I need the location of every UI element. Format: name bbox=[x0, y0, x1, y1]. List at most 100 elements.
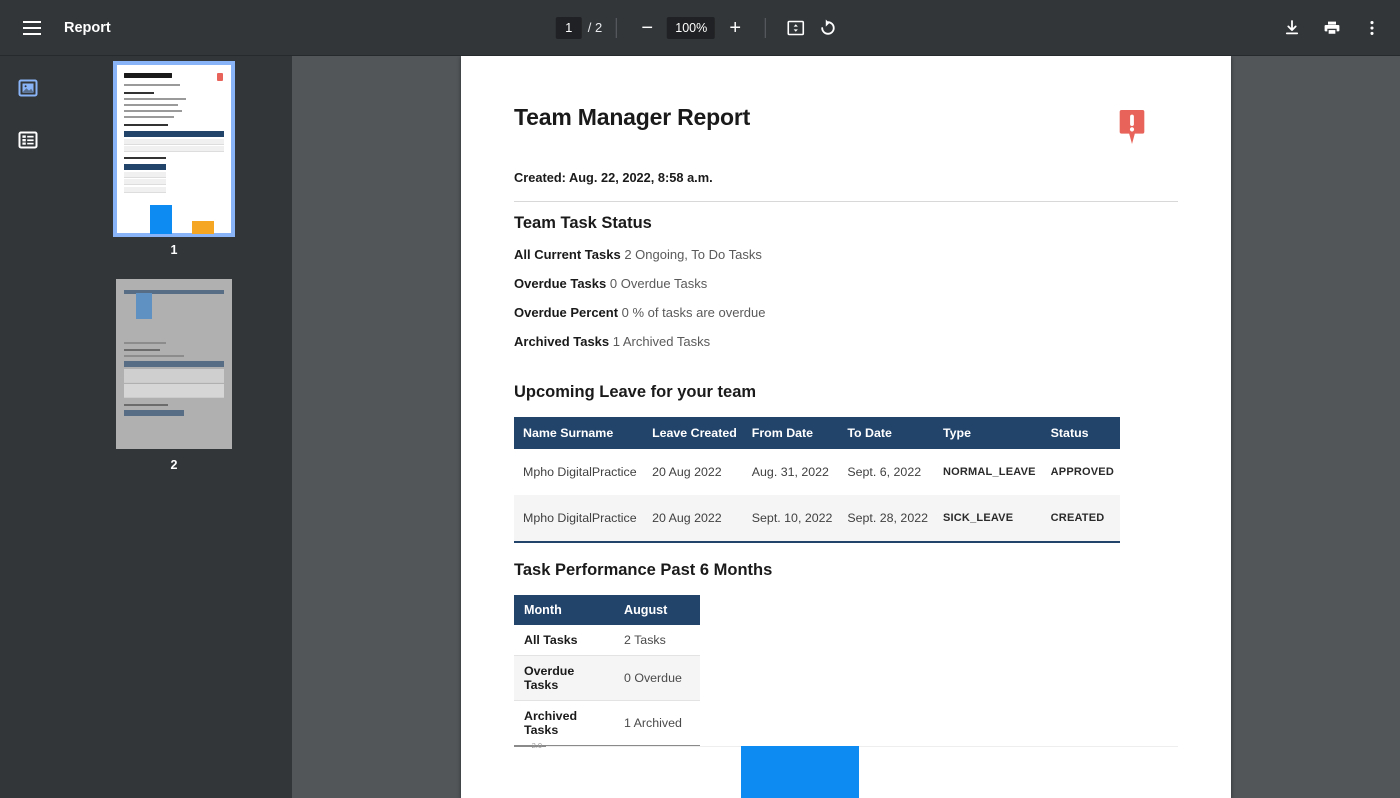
alert-exclamation-icon bbox=[1119, 109, 1145, 145]
mini-line bbox=[124, 98, 186, 100]
rotate-button[interactable] bbox=[812, 12, 844, 44]
document-outline-icon bbox=[18, 131, 38, 149]
toolbar-right-group bbox=[1276, 12, 1388, 44]
perf-col-august: August bbox=[614, 595, 700, 625]
col-name-surname: Name Surname bbox=[514, 417, 644, 449]
mini-table-row bbox=[124, 179, 166, 185]
mini-table-header bbox=[124, 361, 224, 367]
mini-table-row bbox=[124, 368, 224, 383]
stat-label: Archived Tasks bbox=[514, 334, 610, 349]
chart-bar-august bbox=[741, 746, 859, 798]
sidebar-item-outline[interactable] bbox=[10, 122, 46, 158]
cell-status: CREATED bbox=[1041, 495, 1120, 542]
mini-table-header bbox=[124, 131, 224, 137]
perf-value: 0 Overdue bbox=[614, 655, 700, 701]
document-viewer[interactable]: Team Manager Report Created: Aug. 22, 20… bbox=[292, 56, 1400, 798]
more-vertical-icon bbox=[1370, 20, 1374, 35]
col-status: Status bbox=[1041, 417, 1120, 449]
table-row: All Tasks 2 Tasks bbox=[514, 625, 700, 656]
menu-bar-3 bbox=[23, 32, 41, 35]
mini-table-row bbox=[124, 171, 166, 178]
stat-overdue-percent: Overdue Percent 0 % of tasks are overdue bbox=[514, 305, 1178, 320]
perf-label: Overdue Tasks bbox=[514, 655, 614, 701]
mini-bar-blue bbox=[136, 293, 152, 319]
thumbnail-list: 1 2 bbox=[56, 56, 292, 798]
mini-line bbox=[124, 349, 160, 351]
col-leave-created: Leave Created bbox=[643, 417, 743, 449]
cell-name: Mpho DigitalPractice bbox=[523, 465, 637, 479]
stat-value: 0 Overdue Tasks bbox=[609, 276, 708, 291]
cell-to: Sept. 6, 2022 bbox=[847, 465, 922, 479]
zoom-out-button[interactable]: − bbox=[631, 12, 663, 44]
cell-type: SICK_LEAVE bbox=[934, 495, 1042, 542]
pdf-viewer-toolbar: Report / 2 − 100% + bbox=[0, 0, 1400, 56]
mini-bar-blue bbox=[150, 204, 172, 234]
cell-created: 20 Aug 2022 bbox=[652, 465, 722, 479]
menu-bar-2 bbox=[23, 26, 41, 29]
cell-status: APPROVED bbox=[1050, 466, 1114, 478]
task-performance-bar-chart: 2.0 1.5 bbox=[514, 726, 1178, 798]
chart-ytick-2: 2.0 bbox=[531, 741, 542, 750]
rotate-counterclockwise-icon bbox=[821, 19, 836, 35]
perf-label: All Tasks bbox=[514, 625, 614, 656]
mini-line bbox=[124, 342, 166, 344]
upcoming-leave-table: Name Surname Leave Created From Date To … bbox=[514, 417, 1120, 543]
stat-value: 0 % of tasks are overdue bbox=[621, 305, 766, 320]
stat-label: Overdue Tasks bbox=[514, 276, 607, 291]
document-title: Report bbox=[64, 19, 111, 36]
stat-all-current-tasks: All Current Tasks 2 Ongoing, To Do Tasks bbox=[514, 247, 1178, 262]
leave-table-body: Mpho DigitalPractice 20 Aug 2022 Aug. 31… bbox=[514, 449, 1120, 542]
mini-line bbox=[124, 404, 168, 406]
zoom-level-display[interactable]: 100% bbox=[667, 16, 716, 39]
toolbar-left-group: Report bbox=[0, 10, 111, 46]
task-performance-heading: Task Performance Past 6 Months bbox=[514, 561, 773, 579]
page-total-label: / 2 bbox=[587, 20, 603, 35]
upcoming-leave-heading: Upcoming Leave for your team bbox=[514, 383, 757, 401]
stat-archived-tasks: Archived Tasks 1 Archived Tasks bbox=[514, 334, 1178, 349]
thumbnail-page-1[interactable]: 1 bbox=[113, 61, 235, 279]
leave-table-head: Name Surname Leave Created From Date To … bbox=[514, 417, 1120, 449]
perf-header-row: Month August bbox=[514, 595, 700, 625]
thumbnail-number-1: 1 bbox=[170, 243, 178, 257]
image-thumbnail-icon bbox=[18, 79, 38, 97]
thumbnail-preview-1[interactable] bbox=[113, 61, 235, 237]
toolbar-center-group: / 2 − 100% + bbox=[555, 0, 844, 56]
print-icon bbox=[1324, 21, 1340, 35]
cell-name: Mpho DigitalPractice bbox=[514, 495, 644, 542]
hamburger-menu-icon[interactable] bbox=[14, 10, 50, 46]
perf-table-head: Month August bbox=[514, 595, 700, 625]
mini-bar-orange bbox=[192, 220, 214, 234]
download-icon bbox=[1285, 19, 1299, 34]
report-title: Team Manager Report bbox=[514, 104, 751, 130]
cell-from: Sept. 10, 2022 bbox=[742, 495, 839, 542]
page-number-input[interactable] bbox=[555, 16, 582, 39]
mini-line bbox=[124, 104, 178, 106]
zoom-in-button[interactable]: + bbox=[719, 12, 751, 44]
cell-type: NORMAL_LEAVE bbox=[943, 466, 1036, 478]
stat-label: Overdue Percent bbox=[514, 305, 619, 320]
pdf-page-1: Team Manager Report Created: Aug. 22, 20… bbox=[461, 56, 1231, 798]
table-row: Overdue Tasks 0 Overdue bbox=[514, 655, 700, 701]
stat-label: All Current Tasks bbox=[514, 247, 621, 262]
divider-rule bbox=[514, 201, 1178, 202]
fit-to-page-button[interactable] bbox=[780, 12, 812, 44]
thumbnail-preview-2[interactable] bbox=[116, 279, 232, 449]
thumbnail-page-2[interactable]: 2 bbox=[116, 279, 232, 494]
sidebar-item-thumbnails[interactable] bbox=[10, 70, 46, 106]
more-options-button[interactable] bbox=[1356, 12, 1388, 44]
mini-bar-chart bbox=[124, 200, 224, 234]
table-row: Mpho DigitalPractice 20 Aug 2022 Sept. 1… bbox=[514, 495, 1120, 542]
page-navigation: / 2 bbox=[555, 16, 603, 39]
mini-line bbox=[124, 355, 184, 357]
mini-title bbox=[124, 73, 172, 78]
cell-from: Aug. 31, 2022 bbox=[751, 465, 829, 479]
stat-value: 2 Ongoing, To Do Tasks bbox=[624, 247, 762, 262]
stat-value: 1 Archived Tasks bbox=[612, 334, 711, 349]
print-button[interactable] bbox=[1316, 12, 1348, 44]
chart-gridline-2 bbox=[546, 746, 1178, 747]
task-performance-table: Month August All Tasks 2 Tasks Overdue T… bbox=[514, 595, 700, 747]
toolbar-divider-1 bbox=[616, 17, 618, 38]
download-button[interactable] bbox=[1276, 12, 1308, 44]
mini-alert-icon bbox=[217, 73, 223, 81]
sidebar-rail bbox=[0, 56, 56, 798]
